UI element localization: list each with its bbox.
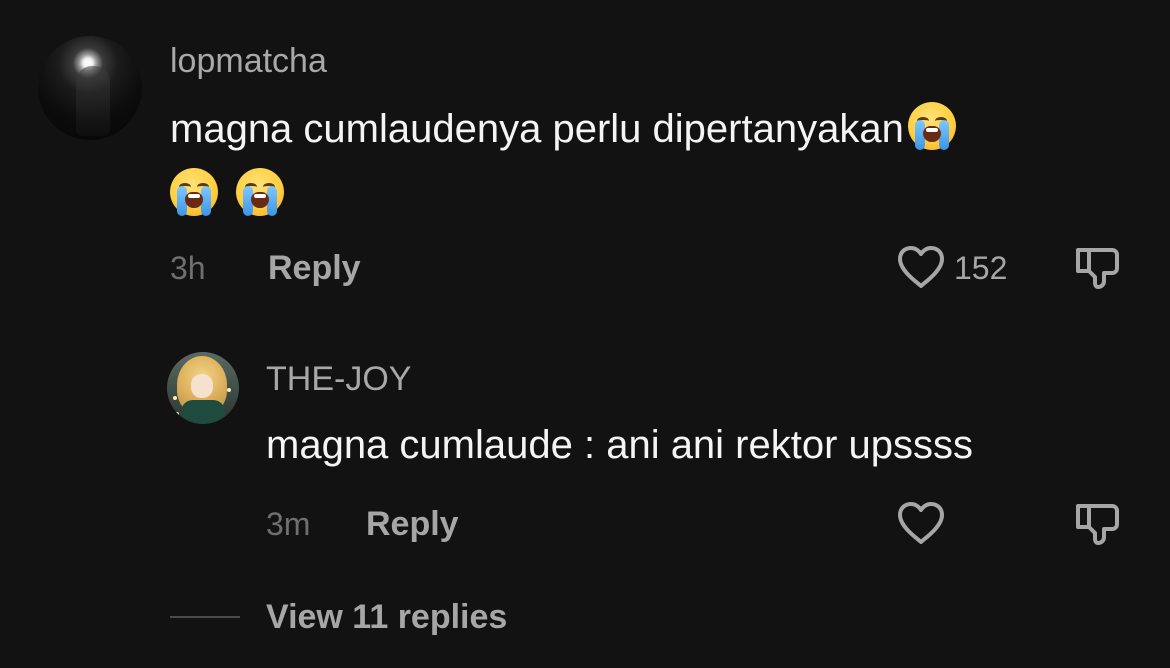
avatar-sparkle <box>173 396 177 400</box>
reply-username[interactable]: THE-JOY <box>266 362 411 396</box>
comment-text-body: magna cumlaudenya perlu dipertanyakan <box>170 107 904 151</box>
reply-dislike-button[interactable] <box>1074 500 1122 546</box>
avatar-sparkle <box>227 388 231 392</box>
comment-reply-button[interactable]: Reply <box>268 249 361 288</box>
view-replies-button[interactable]: View 11 replies <box>266 598 507 637</box>
crying-face-emoji <box>170 168 218 216</box>
crying-face-emoji <box>907 102 956 150</box>
reply-timestamp: 3m <box>266 506 311 542</box>
avatar-face <box>191 374 213 398</box>
comment-timestamp: 3h <box>170 250 206 286</box>
thumbs-down-outline-icon <box>1076 248 1119 289</box>
comment-emoji-row <box>170 168 285 228</box>
view-replies-divider <box>170 616 240 618</box>
comment-text: magna cumlaudenya perlu dipertanyakan <box>170 98 1130 160</box>
comment-username[interactable]: lopmatcha <box>170 44 327 78</box>
dislike-button[interactable] <box>1074 244 1122 290</box>
like-count: 152 <box>954 250 1008 286</box>
heart-outline-icon <box>898 246 944 288</box>
heart-outline-icon <box>898 502 944 544</box>
reply-reply-button[interactable]: Reply <box>366 505 459 544</box>
avatar-sparkle <box>175 412 179 416</box>
like-button[interactable] <box>896 244 946 290</box>
avatar-body <box>181 400 225 424</box>
crying-face-emoji <box>236 168 285 216</box>
commenter-avatar[interactable] <box>38 36 142 140</box>
reply-text: magna cumlaude : ani ani rektor upssss <box>266 423 974 467</box>
reply-avatar[interactable] <box>167 352 239 424</box>
reply-like-button[interactable] <box>896 500 946 546</box>
avatar-figure <box>76 66 110 136</box>
thumbs-down-outline-icon <box>1076 504 1119 545</box>
